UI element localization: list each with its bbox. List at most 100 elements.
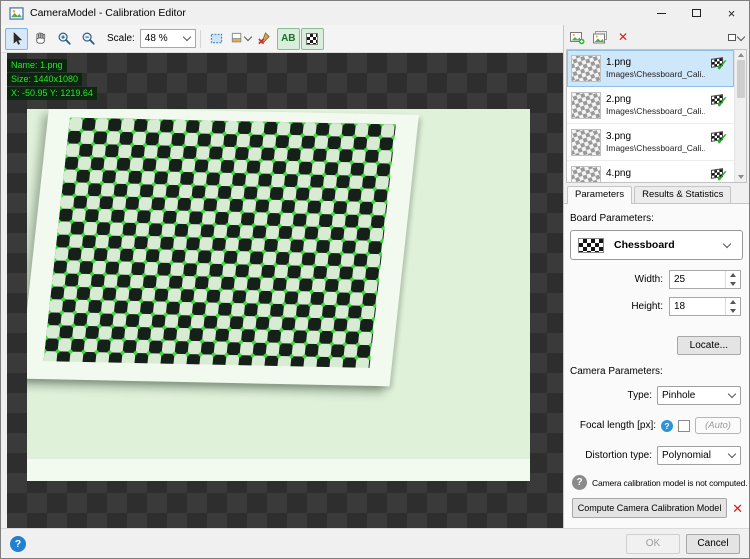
overlay-color-button[interactable]: [229, 28, 252, 50]
window-title: CameraModel - Calibration Editor: [30, 7, 186, 19]
show-labels-toggle[interactable]: AB: [277, 28, 300, 50]
compute-calibration-button[interactable]: Compute Camera Calibration Model: [572, 498, 727, 518]
locate-row: Locate...: [572, 336, 741, 355]
help-button[interactable]: ?: [10, 536, 26, 552]
camera-type-value: Pinhole: [662, 390, 695, 401]
calibration-ok-icon: ✓: [710, 92, 732, 118]
spin-down-button[interactable]: [726, 280, 740, 289]
remove-icon: ✕: [618, 31, 628, 43]
calibration-ok-icon: ✓: [710, 55, 732, 81]
image-item-text: 3.png Images\Chessboard_Cali...: [606, 130, 705, 155]
window-body: Scale: 48 %: [1, 25, 749, 528]
list-view-menu-button[interactable]: [728, 34, 746, 41]
cursor-arrow-icon: [9, 31, 24, 46]
chevron-down-icon: [244, 33, 252, 41]
camera-type-combo[interactable]: Pinhole: [657, 386, 741, 405]
add-image-folder-button[interactable]: [590, 27, 610, 47]
list-item-4[interactable]: 4.png Images\Chessboard_Cali... ✓: [567, 161, 734, 183]
focal-length-input[interactable]: (Auto): [695, 417, 741, 434]
dialog-footer: ? OK Cancel: [1, 528, 749, 558]
zoom-out-button[interactable]: [77, 28, 100, 50]
width-spinner[interactable]: 25: [669, 270, 741, 289]
width-value: 25: [670, 271, 725, 288]
focal-length-row: Focal length [px]: ? (Auto): [572, 417, 741, 434]
compute-error-icon[interactable]: ✕: [732, 502, 743, 515]
maximize-button[interactable]: [679, 1, 714, 25]
tab-results-statistics[interactable]: Results & Statistics: [634, 186, 731, 203]
thumbnail-pattern: [571, 166, 601, 184]
image-name: 2.png: [606, 93, 705, 107]
image-item-text: 2.png Images\Chessboard_Cali...: [606, 93, 705, 118]
spin-up-icon: [730, 273, 736, 277]
image-canvas[interactable]: Name: 1.png Size: 1440x1080 X: -50.95 Y:…: [7, 53, 563, 528]
image-item-text: 4.png Images\Chessboard_Cali...: [606, 167, 705, 183]
spin-up-button[interactable]: [726, 271, 740, 280]
chessboard-pattern: [43, 118, 395, 368]
minimize-button[interactable]: [644, 1, 679, 25]
calibration-editor-window: CameraModel - Calibration Editor ×: [0, 0, 750, 559]
remove-image-button[interactable]: ✕: [613, 27, 633, 47]
photo-bottom-strip: [27, 459, 530, 481]
pan-tool-button[interactable]: [29, 28, 52, 50]
image-name: 4.png: [606, 167, 705, 181]
list-item-2[interactable]: 2.png Images\Chessboard_Cali... ✓: [567, 87, 734, 124]
close-icon: ×: [728, 7, 736, 20]
list-item-1[interactable]: 1.png Images\Chessboard_Cali... ✓: [567, 50, 734, 87]
calibration-ok-icon: ✓: [710, 129, 732, 155]
image-thumbnail: [571, 129, 601, 156]
canvas-column: Scale: 48 %: [1, 25, 563, 528]
ok-button[interactable]: OK: [626, 534, 680, 554]
image-list-rows: 1.png Images\Chessboard_Cali... ✓ 2.png …: [567, 50, 734, 182]
height-value: 18: [670, 298, 725, 315]
thumbnail-pattern: [571, 129, 601, 156]
chessboard-overlay-icon: [306, 33, 318, 45]
check-icon: ✓: [715, 167, 729, 183]
compute-row: Compute Camera Calibration Model ✕: [572, 498, 743, 518]
scrollbar-thumb[interactable]: [737, 60, 745, 98]
image-list-scrollbar[interactable]: [734, 50, 746, 182]
locate-button[interactable]: Locate...: [677, 336, 741, 355]
calibration-photo: [27, 109, 530, 481]
close-button[interactable]: ×: [714, 1, 749, 25]
distortion-label: Distortion type:: [585, 450, 652, 461]
image-thumbnail: [571, 92, 601, 119]
ab-labels-icon: AB: [281, 33, 295, 44]
chevron-down-icon: [737, 33, 745, 41]
fit-view-button[interactable]: [205, 28, 228, 50]
status-message: Camera calibration model is not computed…: [592, 478, 747, 488]
select-tool-button[interactable]: [5, 28, 28, 50]
titlebar[interactable]: CameraModel - Calibration Editor ×: [1, 1, 749, 25]
show-grid-overlay-toggle[interactable]: [301, 28, 324, 50]
calibration-panel: ✕ 1.png Images\Chessboard_Cali...: [563, 25, 749, 528]
focal-help-icon[interactable]: ?: [661, 420, 673, 432]
board-type-combo[interactable]: Chessboard: [570, 230, 743, 260]
list-item-3[interactable]: 3.png Images\Chessboard_Cali... ✓: [567, 124, 734, 161]
clear-overlay-button[interactable]: [253, 28, 276, 50]
chevron-down-icon: [728, 450, 736, 458]
panel-tabs: Parameters Results & Statistics: [564, 183, 749, 203]
cancel-button[interactable]: Cancel: [686, 534, 740, 554]
spin-up-button[interactable]: [726, 298, 740, 307]
window-controls: ×: [644, 1, 749, 25]
zoom-in-button[interactable]: [53, 28, 76, 50]
calibration-status-row: ? Camera calibration model is not comput…: [572, 475, 741, 490]
width-row: Width: 25: [572, 270, 741, 289]
spin-down-button[interactable]: [726, 307, 740, 316]
fit-view-icon: [209, 31, 224, 46]
chevron-down-icon: [723, 239, 731, 247]
height-spinner[interactable]: 18: [669, 297, 741, 316]
calibration-image-list: 1.png Images\Chessboard_Cali... ✓ 2.png …: [566, 49, 747, 183]
minimize-icon: [657, 13, 666, 14]
check-icon: ✓: [715, 130, 729, 150]
parameters-pane: Board Parameters: Chessboard Width: 25: [564, 203, 749, 528]
chessboard-sheet: [27, 109, 419, 386]
scale-combo[interactable]: 48 %: [140, 29, 196, 48]
focal-length-checkbox[interactable]: [678, 420, 690, 432]
height-label: Height:: [631, 301, 663, 312]
add-image-button[interactable]: [567, 27, 587, 47]
spinner-arrows: [725, 298, 740, 315]
distortion-type-combo[interactable]: Polynomial: [657, 446, 741, 465]
scroll-down-icon: [738, 175, 744, 179]
status-question-icon: ?: [572, 475, 587, 490]
tab-parameters[interactable]: Parameters: [567, 186, 632, 204]
